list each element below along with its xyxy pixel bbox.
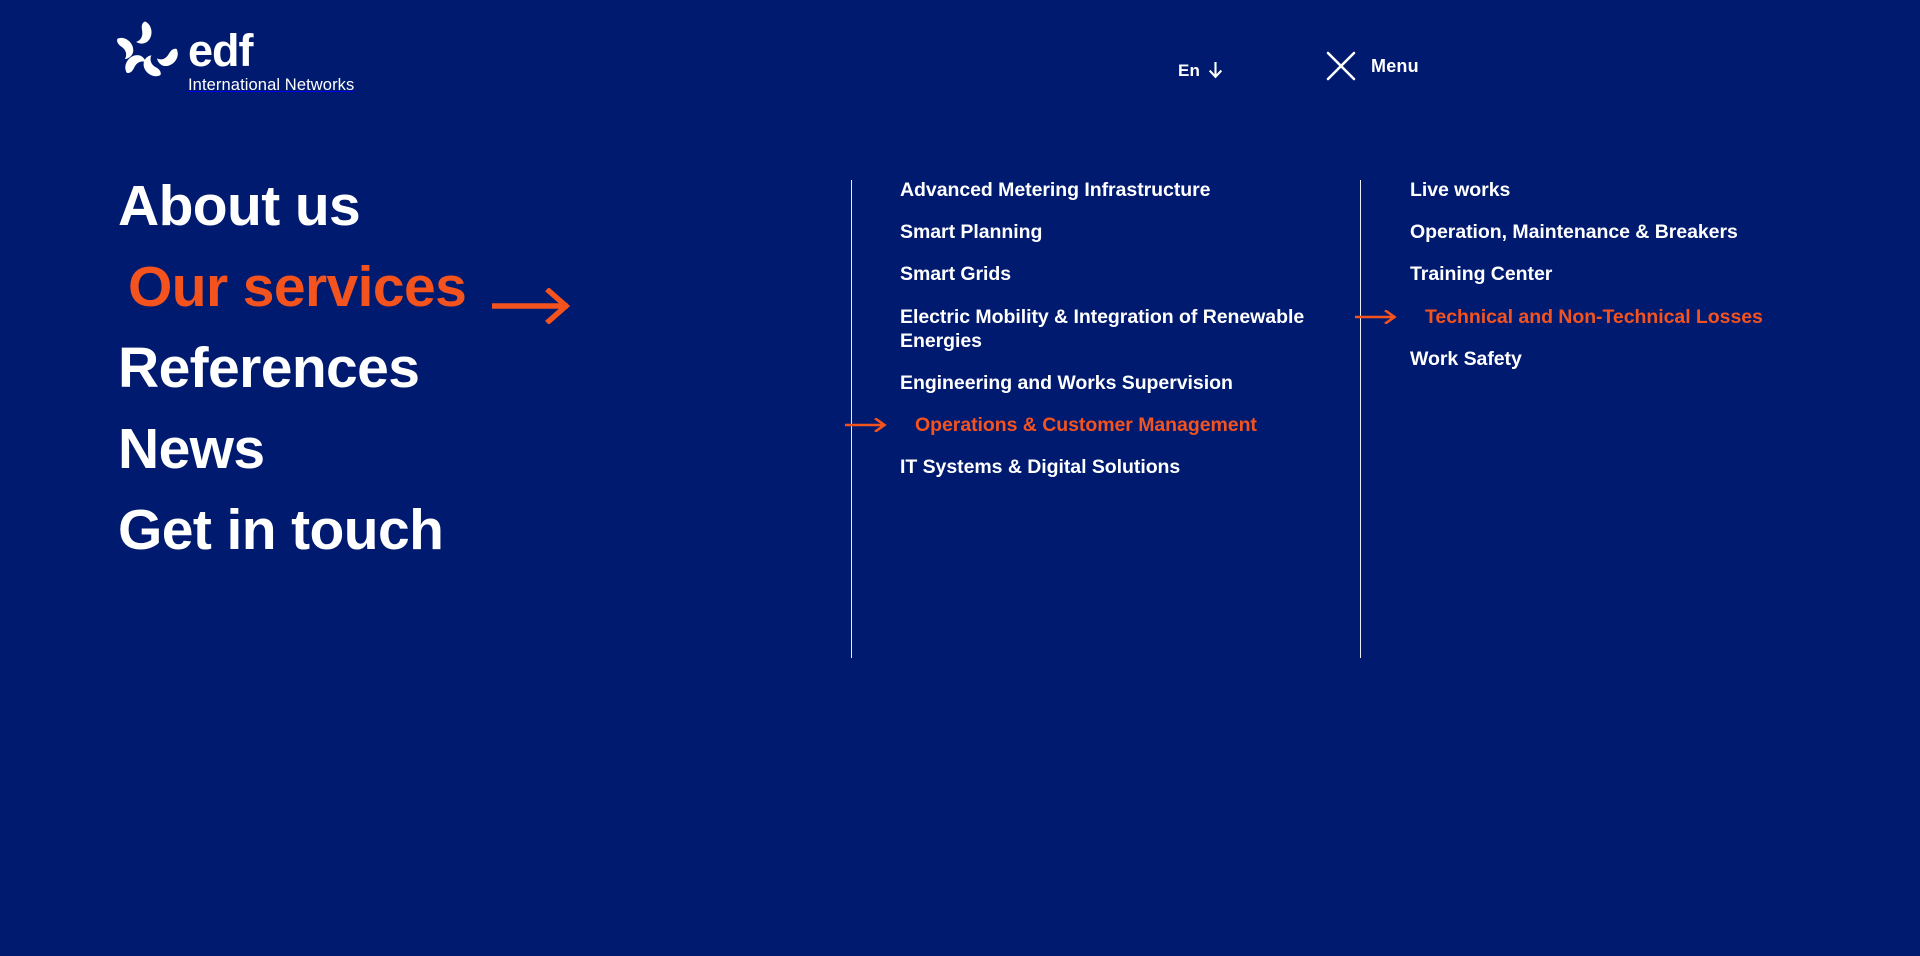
nav-tertiary-link-operation-maintenance-breakers[interactable]: Operation, Maintenance & Breakers (1410, 220, 1880, 244)
nav-primary-item: References (118, 332, 818, 405)
menu-toggle-button[interactable]: Menu (1325, 50, 1419, 82)
nav-primary-label: About us (118, 174, 361, 238)
nav-primary-label: References (118, 335, 420, 400)
nav-secondary-link-operations-customer-management[interactable]: Operations & Customer Management (900, 413, 1330, 437)
edf-wordmark: edf (188, 25, 284, 76)
nav-secondary-link-smart-grids[interactable]: Smart Grids (900, 262, 1330, 286)
site-header: edf International Networks En Menu (0, 0, 1920, 140)
mega-menu: About us Our services References News Ge… (0, 170, 1920, 670)
nav-secondary-link-smart-planning[interactable]: Smart Planning (900, 220, 1330, 244)
nav-tertiary-item: Work Safety (1410, 347, 1880, 371)
close-x-icon (1325, 50, 1357, 82)
nav-primary-label: News (118, 416, 265, 481)
nav-tertiary-link-training-center[interactable]: Training Center (1410, 262, 1880, 286)
arrow-right-icon (489, 269, 574, 326)
nav-primary-item: Our services (118, 251, 818, 326)
arrow-right-icon (1353, 308, 1399, 325)
nav-secondary-item: Operations & Customer Management (843, 413, 1330, 437)
nav-primary-list: About us Our services References News Ge… (118, 170, 818, 575)
column-divider-2 (1360, 180, 1361, 658)
nav-secondary-item: Electric Mobility & Integration of Renew… (900, 305, 1330, 353)
edf-pinwheel-logo-icon (106, 20, 184, 92)
nav-primary-label: Get in touch (118, 497, 444, 562)
nav-secondary-link-engineering-and-works-supervision[interactable]: Engineering and Works Supervision (900, 371, 1330, 395)
brand-logo-link[interactable]: edf International Networks (106, 20, 354, 95)
nav-secondary-item: Smart Grids (900, 262, 1330, 286)
page-root: edf International Networks En Menu About… (0, 0, 1920, 956)
menu-label: Menu (1371, 56, 1419, 76)
nav-secondary-item: Smart Planning (900, 220, 1330, 244)
brand-text: edf International Networks (188, 20, 354, 95)
nav-tertiary-item: Technical and Non-Technical Losses (1353, 305, 1880, 329)
nav-secondary-list: Advanced Metering Infrastructure Smart P… (843, 178, 1330, 497)
nav-secondary-item: IT Systems & Digital Solutions (900, 455, 1330, 479)
nav-secondary-item: Engineering and Works Supervision (900, 371, 1330, 395)
nav-secondary-item: Advanced Metering Infrastructure (900, 178, 1330, 202)
nav-tertiary-item: Training Center (1410, 262, 1880, 286)
nav-primary-link-get-in-touch[interactable]: Get in touch (118, 494, 444, 567)
language-label: En (1178, 61, 1201, 80)
nav-primary-item: Get in touch (118, 494, 818, 567)
nav-secondary-link-electric-mobility[interactable]: Electric Mobility & Integration of Renew… (900, 305, 1330, 353)
nav-tertiary-link-live-works[interactable]: Live works (1410, 178, 1880, 202)
nav-tertiary-link-technical-and-non-technical-losses[interactable]: Technical and Non-Technical Losses (1410, 305, 1880, 329)
header-tools: En Menu (1178, 51, 1419, 81)
nav-secondary-link-it-systems-digital-solutions[interactable]: IT Systems & Digital Solutions (900, 455, 1330, 479)
nav-tertiary-item: Live works (1410, 178, 1880, 202)
nav-primary-item: About us (118, 170, 818, 243)
nav-tertiary-list: Live works Operation, Maintenance & Brea… (1353, 178, 1880, 389)
nav-primary-link-references[interactable]: References (118, 332, 420, 405)
nav-tertiary-item: Operation, Maintenance & Breakers (1410, 220, 1880, 244)
nav-tertiary-link-work-safety[interactable]: Work Safety (1410, 347, 1880, 371)
nav-primary-link-about-us[interactable]: About us (118, 170, 361, 243)
nav-primary-link-news[interactable]: News (118, 413, 265, 486)
arrow-right-icon (843, 417, 889, 433)
arrow-down-icon (1209, 61, 1223, 79)
brand-tagline: International Networks (188, 76, 355, 94)
nav-primary-item: News (118, 413, 818, 486)
nav-primary-label: Our services (128, 254, 467, 319)
nav-primary-link-our-services[interactable]: Our services (118, 251, 574, 326)
language-switcher[interactable]: En (1178, 61, 1223, 80)
nav-secondary-link-advanced-metering-infrastructure[interactable]: Advanced Metering Infrastructure (900, 178, 1330, 202)
svg-text:edf: edf (188, 30, 255, 74)
